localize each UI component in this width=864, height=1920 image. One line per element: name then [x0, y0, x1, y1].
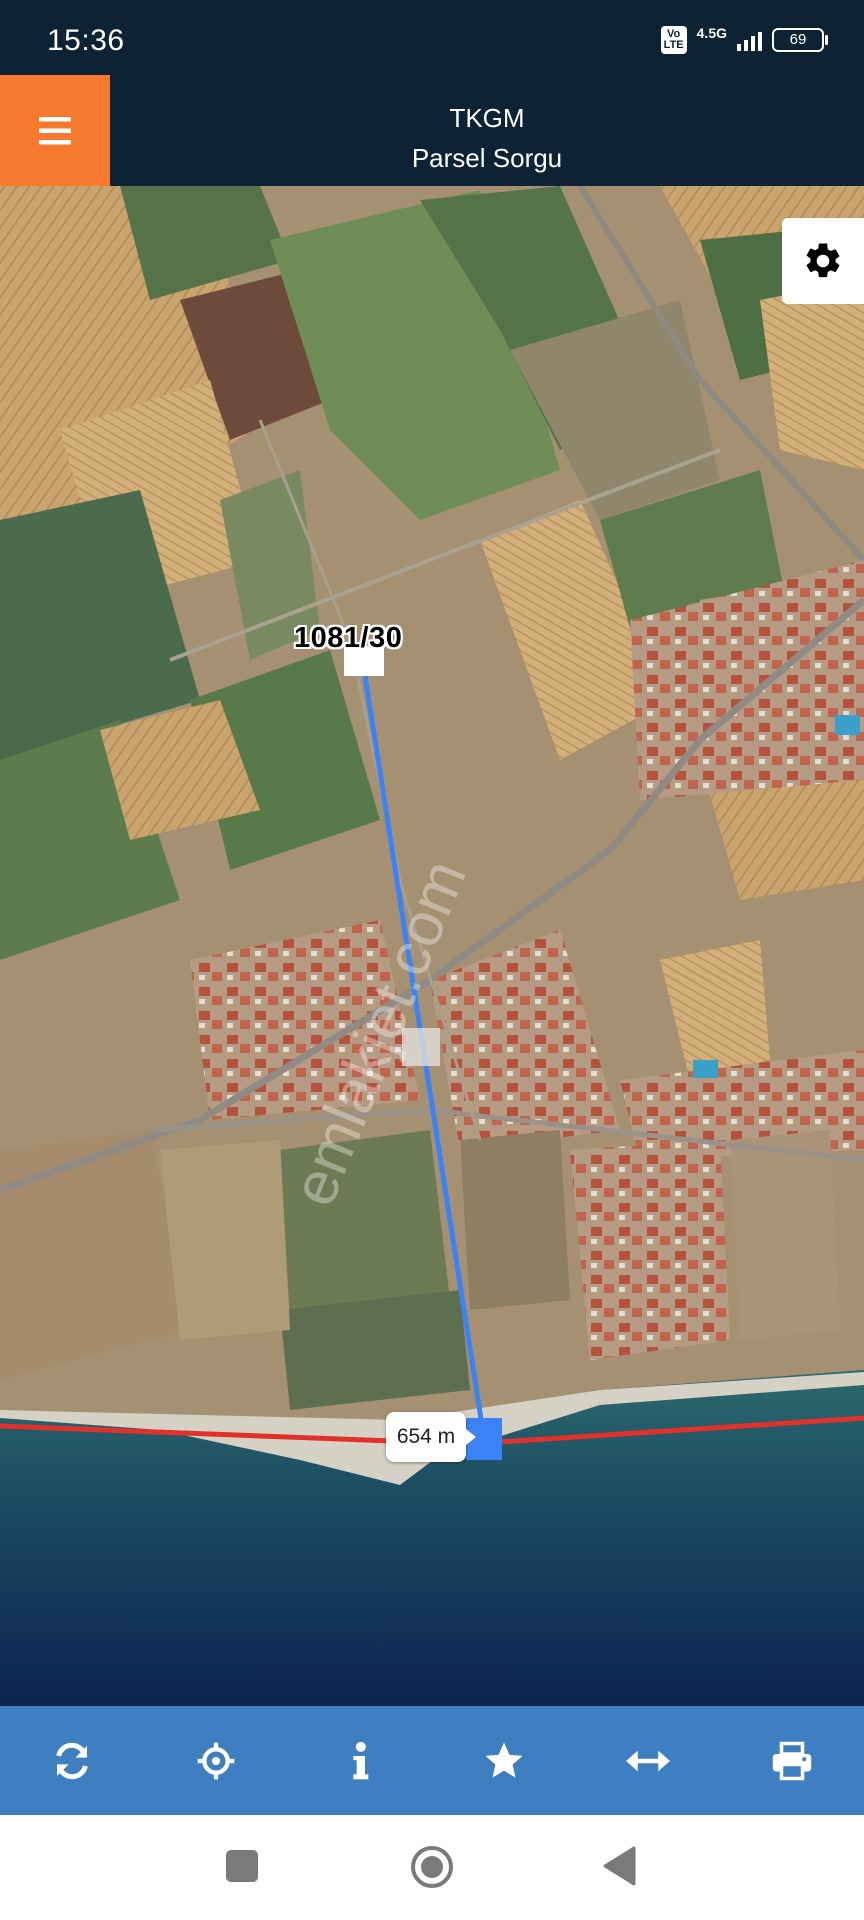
app-title: TKGM — [449, 103, 525, 133]
signal-icon — [737, 29, 762, 51]
network-type: 4.5G — [696, 25, 727, 41]
refresh-icon — [56, 1742, 88, 1779]
map-imagery: emlakjet.com — [0, 186, 864, 1706]
crosshair-icon — [197, 1742, 235, 1779]
menu-button[interactable] — [0, 75, 110, 186]
favorite-button[interactable] — [449, 1711, 559, 1811]
status-bar: 15:36 Vo LTE 4.5G 69 — [0, 0, 864, 75]
parcel-label: 1081/30 — [294, 622, 403, 654]
hamburger-menu-icon — [39, 116, 71, 144]
info-icon — [353, 1741, 369, 1779]
back-button[interactable] — [602, 1846, 638, 1886]
bottom-toolbar — [0, 1706, 864, 1815]
app-header: TKGM Parsel Sorgu — [0, 75, 864, 186]
volte-badge: Vo LTE — [660, 26, 687, 54]
arrows-horizontal-icon — [626, 1750, 670, 1771]
printer-icon — [772, 1741, 812, 1780]
battery-icon: 69 — [772, 28, 828, 52]
refresh-button[interactable] — [17, 1711, 127, 1811]
settings-button[interactable] — [782, 218, 864, 304]
info-button[interactable] — [305, 1711, 415, 1811]
star-icon — [485, 1742, 523, 1778]
gear-icon — [806, 243, 840, 278]
recent-apps-button[interactable] — [226, 1850, 258, 1882]
system-nav-bar — [0, 1815, 864, 1920]
locate-button[interactable] — [161, 1711, 271, 1811]
satellite-map[interactable]: emlakjet.com — [0, 186, 864, 1706]
distance-label: 654 m — [386, 1412, 476, 1462]
battery-level: 69 — [789, 31, 807, 48]
app-subtitle: Parsel Sorgu — [411, 143, 563, 173]
status-icons: Vo LTE 4.5G 69 — [660, 25, 828, 54]
status-time: 15:36 — [47, 24, 125, 57]
home-button[interactable] — [410, 1845, 454, 1889]
measure-button[interactable] — [593, 1711, 703, 1811]
print-button[interactable] — [737, 1711, 847, 1811]
